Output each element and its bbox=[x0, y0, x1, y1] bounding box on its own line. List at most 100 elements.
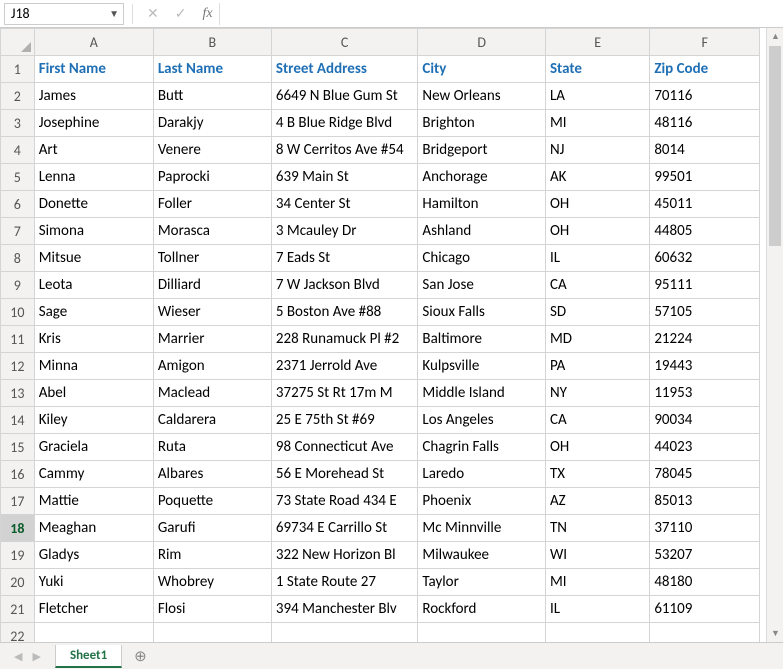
cell[interactable]: Kiley bbox=[34, 407, 153, 434]
cell[interactable]: Kris bbox=[34, 326, 153, 353]
cell[interactable]: 56 E Morehead St bbox=[271, 461, 418, 488]
row-header-12[interactable]: 12 bbox=[1, 353, 35, 380]
cell[interactable]: 37275 St Rt 17m M bbox=[271, 380, 418, 407]
column-header-A[interactable]: A bbox=[34, 29, 153, 56]
sheet-tab-active[interactable]: Sheet1 bbox=[55, 645, 122, 668]
cell[interactable]: Butt bbox=[153, 83, 271, 110]
cell[interactable]: 99501 bbox=[650, 164, 760, 191]
row-header-7[interactable]: 7 bbox=[1, 218, 35, 245]
cell[interactable]: 322 New Horizon Bl bbox=[271, 542, 418, 569]
sheet-prev-icon[interactable]: ◀ bbox=[14, 650, 22, 663]
cell[interactable]: MD bbox=[545, 326, 649, 353]
cell[interactable]: Maclead bbox=[153, 380, 271, 407]
cell[interactable]: Phoenix bbox=[418, 488, 546, 515]
cell[interactable]: Ashland bbox=[418, 218, 546, 245]
cell[interactable]: Foller bbox=[153, 191, 271, 218]
cell[interactable]: MI bbox=[545, 569, 649, 596]
cell[interactable]: 7 W Jackson Blvd bbox=[271, 272, 418, 299]
cell[interactable]: 37110 bbox=[650, 515, 760, 542]
cell[interactable]: Wieser bbox=[153, 299, 271, 326]
cell[interactable]: SD bbox=[545, 299, 649, 326]
cell[interactable]: 5 Boston Ave #88 bbox=[271, 299, 418, 326]
cell[interactable]: Meaghan bbox=[34, 515, 153, 542]
fx-icon[interactable]: fx bbox=[202, 6, 212, 22]
cell[interactable]: 57105 bbox=[650, 299, 760, 326]
cell[interactable]: 34 Center St bbox=[271, 191, 418, 218]
cell[interactable]: NY bbox=[545, 380, 649, 407]
scroll-up-icon[interactable]: ▲ bbox=[771, 31, 780, 42]
cell[interactable]: Dilliard bbox=[153, 272, 271, 299]
cell[interactable]: Middle Island bbox=[418, 380, 546, 407]
row-header-16[interactable]: 16 bbox=[1, 461, 35, 488]
new-sheet-button[interactable]: ⊕ bbox=[122, 647, 159, 666]
name-box[interactable]: J18 ▼ bbox=[4, 3, 124, 25]
cell[interactable]: Simona bbox=[34, 218, 153, 245]
cell[interactable]: Anchorage bbox=[418, 164, 546, 191]
cell[interactable]: Albares bbox=[153, 461, 271, 488]
cell[interactable]: PA bbox=[545, 353, 649, 380]
cell[interactable]: Taylor bbox=[418, 569, 546, 596]
cell[interactable]: Darakjy bbox=[153, 110, 271, 137]
cell[interactable]: Chagrin Falls bbox=[418, 434, 546, 461]
cell[interactable]: San Jose bbox=[418, 272, 546, 299]
scrollbar-thumb[interactable] bbox=[769, 46, 781, 246]
cell[interactable]: James bbox=[34, 83, 153, 110]
column-header-B[interactable]: B bbox=[153, 29, 271, 56]
cell[interactable]: OH bbox=[545, 434, 649, 461]
cell[interactable]: 394 Manchester Blv bbox=[271, 596, 418, 623]
cell[interactable]: NJ bbox=[545, 137, 649, 164]
cell[interactable]: 6649 N Blue Gum St bbox=[271, 83, 418, 110]
cell[interactable]: Poquette bbox=[153, 488, 271, 515]
cell[interactable]: 48180 bbox=[650, 569, 760, 596]
cell[interactable]: Mc Minnville bbox=[418, 515, 546, 542]
cell[interactable]: TN bbox=[545, 515, 649, 542]
scroll-down-icon[interactable]: ▼ bbox=[771, 628, 780, 639]
cell[interactable]: Cammy bbox=[34, 461, 153, 488]
cell[interactable]: 44805 bbox=[650, 218, 760, 245]
cancel-icon[interactable]: ✕ bbox=[147, 5, 159, 22]
cell[interactable]: 2371 Jerrold Ave bbox=[271, 353, 418, 380]
column-header-D[interactable]: D bbox=[418, 29, 546, 56]
cell[interactable]: Flosi bbox=[153, 596, 271, 623]
cell[interactable]: 4 B Blue Ridge Blvd bbox=[271, 110, 418, 137]
row-header-5[interactable]: 5 bbox=[1, 164, 35, 191]
cell[interactable]: Minna bbox=[34, 353, 153, 380]
cell[interactable]: Donette bbox=[34, 191, 153, 218]
cell[interactable]: Amigon bbox=[153, 353, 271, 380]
cell[interactable]: Abel bbox=[34, 380, 153, 407]
row-header-15[interactable]: 15 bbox=[1, 434, 35, 461]
vertical-scrollbar[interactable]: ▲ ▼ bbox=[766, 28, 783, 642]
cell[interactable]: 7 Eads St bbox=[271, 245, 418, 272]
cell[interactable]: 25 E 75th St #69 bbox=[271, 407, 418, 434]
row-header-9[interactable]: 9 bbox=[1, 272, 35, 299]
row-header-2[interactable]: 2 bbox=[1, 83, 35, 110]
cell[interactable]: Art bbox=[34, 137, 153, 164]
cell[interactable]: 85013 bbox=[650, 488, 760, 515]
cell[interactable]: 11953 bbox=[650, 380, 760, 407]
cell[interactable]: Mitsue bbox=[34, 245, 153, 272]
cell[interactable]: Venere bbox=[153, 137, 271, 164]
cell[interactable]: Rockford bbox=[418, 596, 546, 623]
cell[interactable]: Josephine bbox=[34, 110, 153, 137]
cell[interactable]: 8014 bbox=[650, 137, 760, 164]
cell[interactable]: New Orleans bbox=[418, 83, 546, 110]
row-header-17[interactable]: 17 bbox=[1, 488, 35, 515]
cell[interactable]: Yuki bbox=[34, 569, 153, 596]
cell[interactable]: Kulpsville bbox=[418, 353, 546, 380]
cell[interactable]: 70116 bbox=[650, 83, 760, 110]
cell[interactable]: CA bbox=[545, 407, 649, 434]
row-header-3[interactable]: 3 bbox=[1, 110, 35, 137]
cell[interactable]: Rim bbox=[153, 542, 271, 569]
row-header-6[interactable]: 6 bbox=[1, 191, 35, 218]
cell[interactable]: 73 State Road 434 E bbox=[271, 488, 418, 515]
cell[interactable]: 1 State Route 27 bbox=[271, 569, 418, 596]
row-header-8[interactable]: 8 bbox=[1, 245, 35, 272]
cell[interactable]: Los Angeles bbox=[418, 407, 546, 434]
cell[interactable]: LA bbox=[545, 83, 649, 110]
cell[interactable]: TX bbox=[545, 461, 649, 488]
header-cell[interactable]: Zip Code bbox=[650, 56, 760, 83]
cell[interactable]: Paprocki bbox=[153, 164, 271, 191]
cell[interactable]: Bridgeport bbox=[418, 137, 546, 164]
cell[interactable]: 19443 bbox=[650, 353, 760, 380]
cell[interactable]: Ruta bbox=[153, 434, 271, 461]
